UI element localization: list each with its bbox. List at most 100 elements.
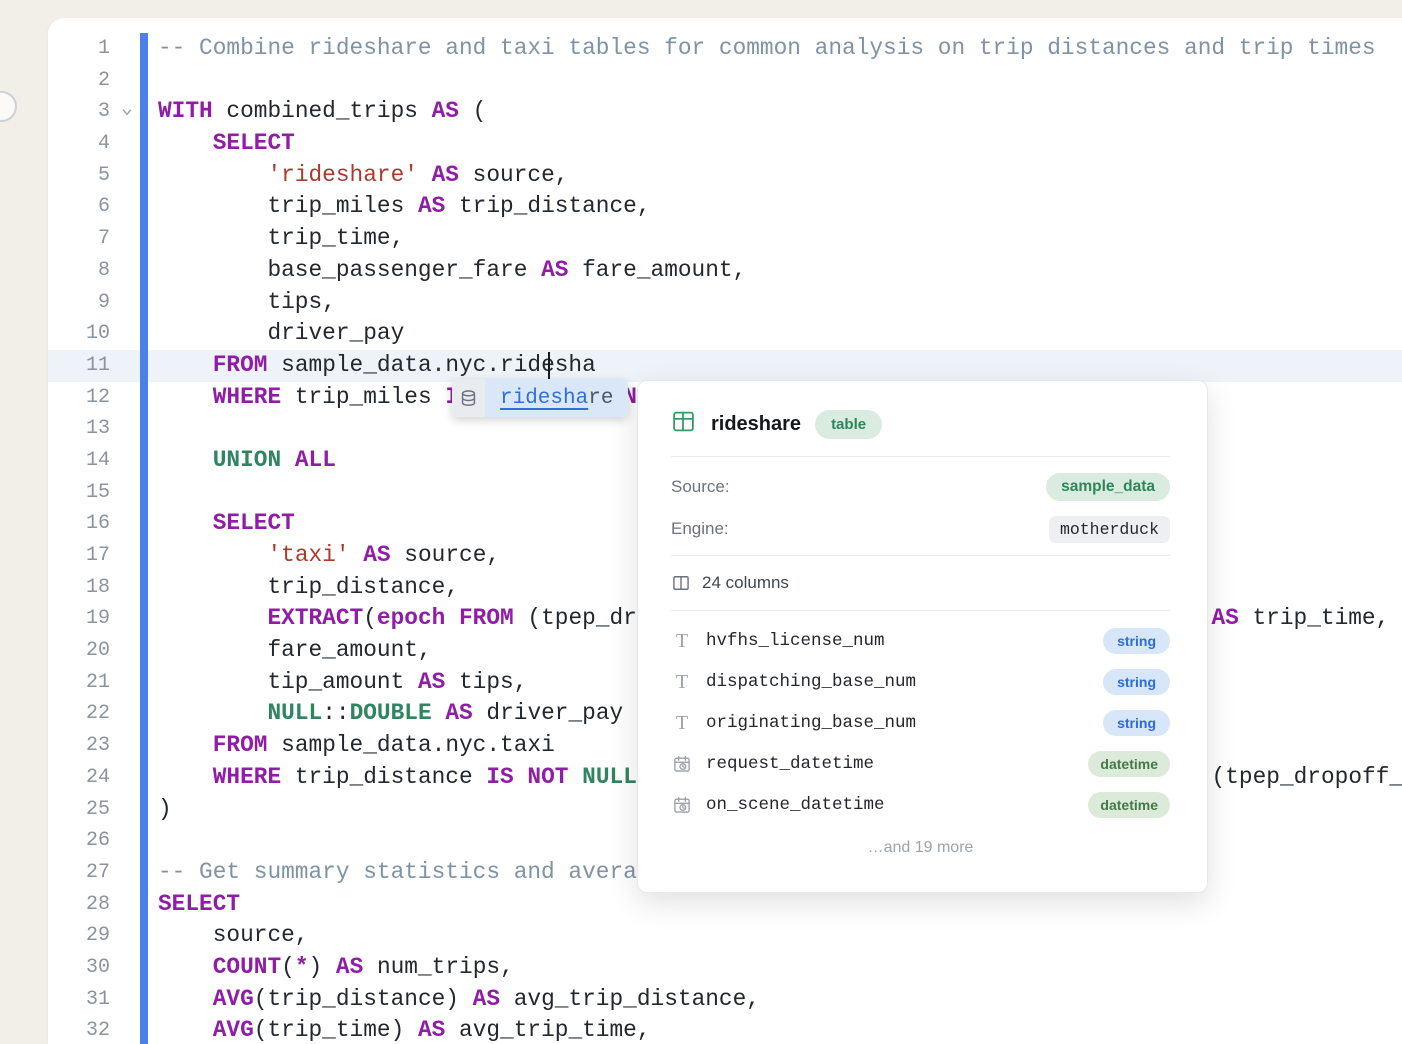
change-bar	[140, 350, 148, 382]
code-line[interactable]: 28 SELECT	[48, 889, 1402, 921]
source-value-badge: sample_data	[1046, 473, 1170, 501]
code-line[interactable]: 30 COUNT(*) AS num_trips,	[48, 952, 1402, 984]
code-text: source,	[148, 920, 308, 952]
columns-list: Thvfhs_license_numstringTdispatching_bas…	[671, 626, 1170, 820]
change-bar	[140, 698, 148, 730]
code-text: FROM sample_data.nyc.taxi	[148, 730, 555, 762]
change-bar	[140, 318, 148, 350]
line-number: 16	[48, 508, 114, 540]
code-text: trip_miles AS trip_distance,	[148, 191, 651, 223]
change-bar	[140, 382, 148, 414]
line-number: 24	[48, 762, 114, 794]
line-number: 18	[48, 572, 114, 604]
change-bar	[140, 603, 148, 635]
code-text: UNION ALL	[148, 445, 336, 477]
code-line[interactable]: 32 AVG(trip_time) AS avg_trip_time,	[48, 1015, 1402, 1044]
code-line[interactable]: 8 base_passenger_fare AS fare_amount,	[48, 255, 1402, 287]
partial-floating-button[interactable]	[0, 91, 17, 122]
change-bar	[140, 952, 148, 984]
more-columns-text: …and 19 more	[671, 839, 1170, 857]
change-bar	[140, 413, 148, 445]
divider	[671, 456, 1170, 457]
line-number: 7	[48, 223, 114, 255]
text-icon: T	[671, 631, 693, 651]
code-text: WITH combined_trips AS (	[148, 96, 486, 128]
column-type-badge: datetime	[1088, 751, 1170, 777]
table-icon	[671, 409, 696, 439]
code-line[interactable]: 29 source,	[48, 920, 1402, 952]
line-number: 23	[48, 730, 114, 762]
datetime-icon	[671, 754, 693, 774]
code-line[interactable]: 3WITH combined_trips AS (	[48, 96, 1402, 128]
line-number: 2	[48, 65, 114, 97]
autocomplete-popup: rideshare	[452, 379, 628, 417]
change-bar	[140, 96, 148, 128]
line-number: 28	[48, 889, 114, 921]
fold-chevron-icon[interactable]	[114, 105, 140, 119]
code-text: SELECT	[148, 128, 295, 160]
code-text: trip_distance,	[148, 572, 459, 604]
code-line[interactable]: 5 'rideshare' AS source,	[48, 160, 1402, 192]
code-text: )	[148, 794, 172, 826]
code-line[interactable]: 31 AVG(trip_distance) AS avg_trip_distan…	[48, 984, 1402, 1016]
change-bar	[140, 223, 148, 255]
line-number: 21	[48, 667, 114, 699]
line-number: 22	[48, 698, 114, 730]
line-number: 5	[48, 160, 114, 192]
column-type-badge: string	[1103, 628, 1170, 654]
line-number: 9	[48, 287, 114, 319]
code-line[interactable]: 2	[48, 65, 1402, 97]
line-number: 13	[48, 413, 114, 445]
autocomplete-item-rideshare[interactable]: rideshare	[485, 379, 628, 417]
change-bar	[140, 1015, 148, 1044]
column-name: dispatching_base_num	[706, 672, 1103, 692]
change-bar	[140, 191, 148, 223]
change-bar	[140, 160, 148, 192]
line-number: 19	[48, 603, 114, 635]
code-text: SELECT	[148, 889, 240, 921]
datetime-icon	[671, 795, 693, 815]
change-bar	[140, 128, 148, 160]
engine-label: Engine:	[671, 519, 729, 539]
code-text: COUNT(*) AS num_trips,	[148, 952, 514, 984]
change-bar	[140, 825, 148, 857]
column-row: Thvfhs_license_numstring	[671, 626, 1170, 656]
line-number: 14	[48, 445, 114, 477]
line-number: 27	[48, 857, 114, 889]
line-number: 11	[48, 350, 114, 382]
change-bar	[140, 762, 148, 794]
table-type-badge: table	[815, 410, 882, 439]
source-label: Source:	[671, 477, 730, 497]
code-line[interactable]: 6 trip_miles AS trip_distance,	[48, 191, 1402, 223]
code-text: tips,	[148, 287, 336, 319]
line-number: 4	[48, 128, 114, 160]
code-line[interactable]: 1-- Combine rideshare and taxi tables fo…	[48, 33, 1402, 65]
code-text: fare_amount,	[148, 635, 432, 667]
code-text: 'rideshare' AS source,	[148, 160, 568, 192]
column-name: hvfhs_license_num	[706, 631, 1103, 651]
code-text: base_passenger_fare AS fare_amount,	[148, 255, 746, 287]
line-number: 17	[48, 540, 114, 572]
line-number: 1	[48, 33, 114, 65]
text-icon: T	[671, 713, 693, 733]
code-line[interactable]: 9 tips,	[48, 287, 1402, 319]
columns-count-row: 24 columns	[671, 568, 1170, 598]
line-number: 25	[48, 794, 114, 826]
change-bar	[140, 477, 148, 509]
line-number: 32	[48, 1015, 114, 1044]
change-bar	[140, 287, 148, 319]
code-line[interactable]: 7 trip_time,	[48, 223, 1402, 255]
code-line[interactable]: 10 driver_pay	[48, 318, 1402, 350]
table-name: rideshare	[711, 413, 801, 436]
app-root: { "editor": { "language": "sql", "curren…	[0, 0, 1402, 1024]
change-bar	[140, 572, 148, 604]
engine-row: Engine: motherduck	[671, 514, 1170, 544]
autocomplete-match-text: ridesha	[500, 387, 588, 410]
line-number: 10	[48, 318, 114, 350]
code-line[interactable]: 11 FROM sample_data.nyc.ridesha	[48, 350, 1402, 382]
column-row: on_scene_datetimedatetime	[671, 790, 1170, 820]
code-line[interactable]: 4 SELECT	[48, 128, 1402, 160]
columns-icon	[671, 573, 691, 593]
line-number: 6	[48, 191, 114, 223]
line-number: 30	[48, 952, 114, 984]
